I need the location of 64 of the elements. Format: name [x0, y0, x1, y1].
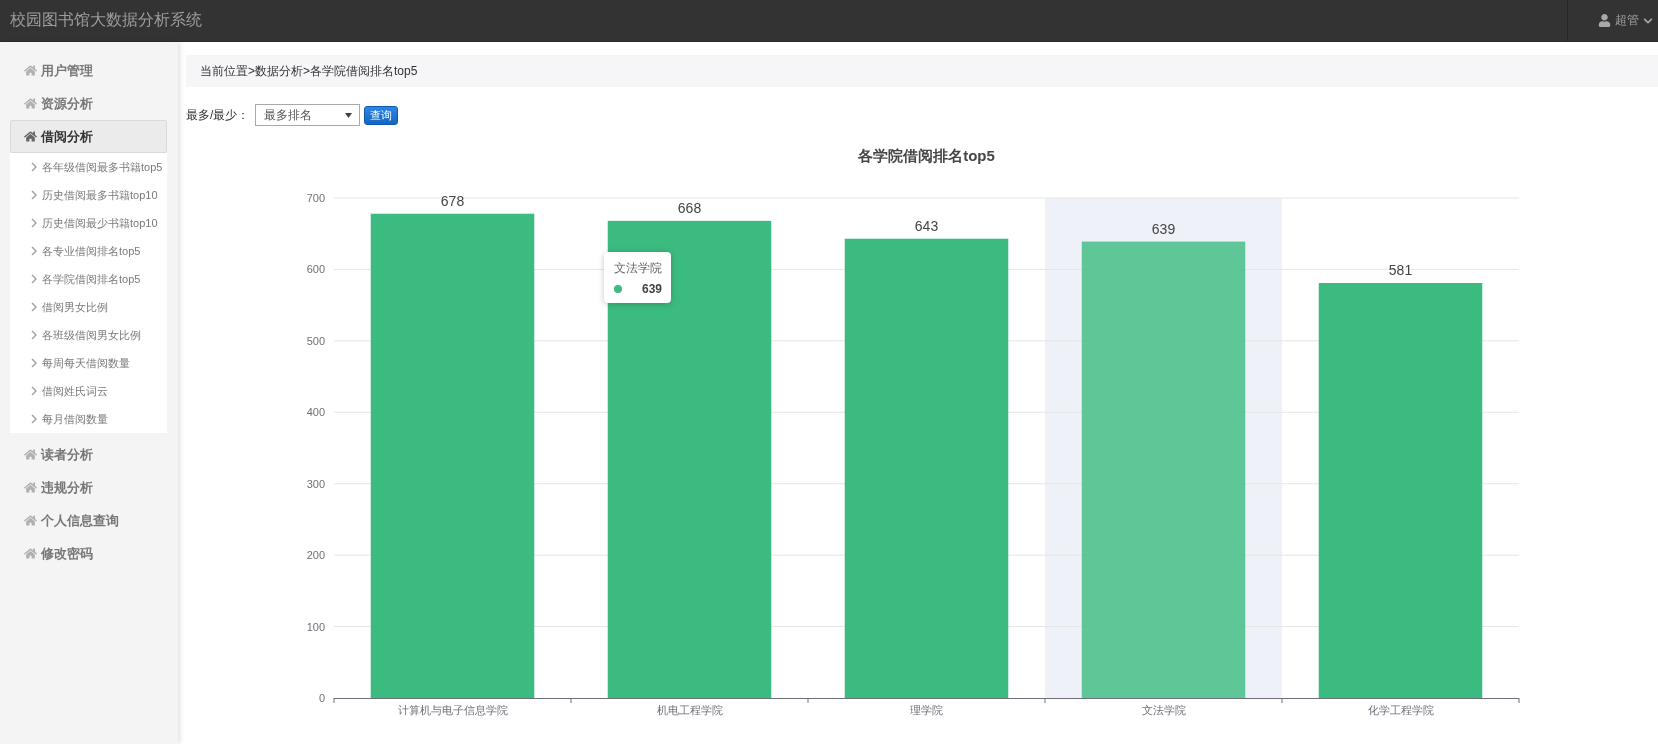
filter-label: 最多/最少： [186, 106, 250, 124]
bar-value-label: 581 [1388, 262, 1413, 278]
x-axis-label: 化学工程学院 [1367, 704, 1434, 716]
nav-item[interactable]: 资源分析 [10, 87, 167, 120]
nav-item[interactable]: 读者分析 [10, 438, 167, 471]
bar-value-label: 643 [914, 217, 939, 234]
submenu-item[interactable]: 历史借阅最少书籍top10 [10, 209, 167, 237]
y-axis-label: 200 [306, 549, 325, 562]
y-axis-label: 0 [318, 692, 325, 704]
app-title: 校园图书馆大数据分析系统 [9, 10, 202, 30]
nav-item[interactable]: 修改密码 [10, 537, 167, 570]
submenu-item[interactable]: 各学院借阅排名top5 [10, 265, 167, 293]
home-icon [24, 64, 37, 77]
y-axis-label: 400 [306, 406, 325, 419]
x-axis-label: 计算机与电子信息学院 [397, 704, 508, 716]
submenu-item[interactable]: 各年级借阅最多书籍top5 [10, 153, 167, 181]
home-icon [24, 547, 37, 560]
query-button[interactable]: 查询 [364, 105, 399, 125]
chevron-right-icon [31, 274, 37, 284]
tooltip-value: 639 [641, 282, 662, 296]
x-axis-label: 机电工程学院 [656, 704, 723, 716]
submenu-item[interactable]: 历史借阅最多书籍top10 [10, 181, 167, 209]
y-axis-label: 300 [306, 477, 325, 490]
submenu-item[interactable]: 借阅男女比例 [10, 293, 167, 321]
user-icon [1598, 14, 1611, 27]
bar-value-label: 668 [677, 199, 702, 216]
rank-select[interactable]: 最多排名 [255, 104, 361, 126]
home-icon [24, 130, 37, 143]
y-axis-label: 600 [306, 263, 325, 276]
x-axis-label: 理学院 [910, 704, 943, 716]
y-axis-label: 700 [306, 192, 325, 204]
chevron-right-icon [31, 246, 37, 256]
chevron-right-icon [31, 414, 37, 424]
chevron-right-icon [31, 330, 37, 340]
nav-item[interactable]: 借阅分析 [10, 120, 167, 153]
nav-item[interactable]: 用户管理 [10, 54, 167, 87]
y-axis-label: 500 [306, 334, 325, 347]
y-axis-label: 100 [306, 620, 325, 633]
user-menu[interactable]: 超管 [1567, 0, 1658, 41]
chevron-right-icon [31, 302, 37, 312]
chevron-right-icon [31, 218, 37, 228]
chevron-right-icon [31, 386, 37, 396]
nav-item[interactable]: 个人信息查询 [10, 504, 167, 537]
submenu-item[interactable]: 每周每天借阅数量 [10, 349, 167, 377]
home-icon [24, 481, 37, 494]
bar-value-label: 639 [1151, 220, 1176, 237]
chevron-down-icon [1643, 15, 1653, 26]
submenu-item[interactable]: 每月借阅数量 [10, 405, 167, 433]
caret-icon [345, 112, 353, 118]
nav-item[interactable]: 违规分析 [10, 471, 167, 504]
chevron-right-icon [31, 190, 37, 200]
chevron-right-icon [31, 162, 37, 172]
chevron-right-icon [31, 358, 37, 368]
chart-title: 各学院借阅排名top5 [858, 147, 995, 164]
breadcrumb: 当前位置>数据分析>各学院借阅排名top5 [186, 55, 1658, 87]
home-icon [24, 448, 37, 461]
submenu-item[interactable]: 各专业借阅排名top5 [10, 237, 167, 265]
home-icon [24, 97, 37, 110]
bar-value-label: 678 [440, 192, 465, 209]
x-axis-label: 文法学院 [1141, 704, 1186, 716]
submenu-item[interactable]: 借阅姓氏词云 [10, 377, 167, 405]
tooltip-title: 文法学院 [614, 260, 662, 277]
home-icon [24, 514, 37, 527]
submenu-item[interactable]: 各班级借阅男女比例 [10, 321, 167, 349]
